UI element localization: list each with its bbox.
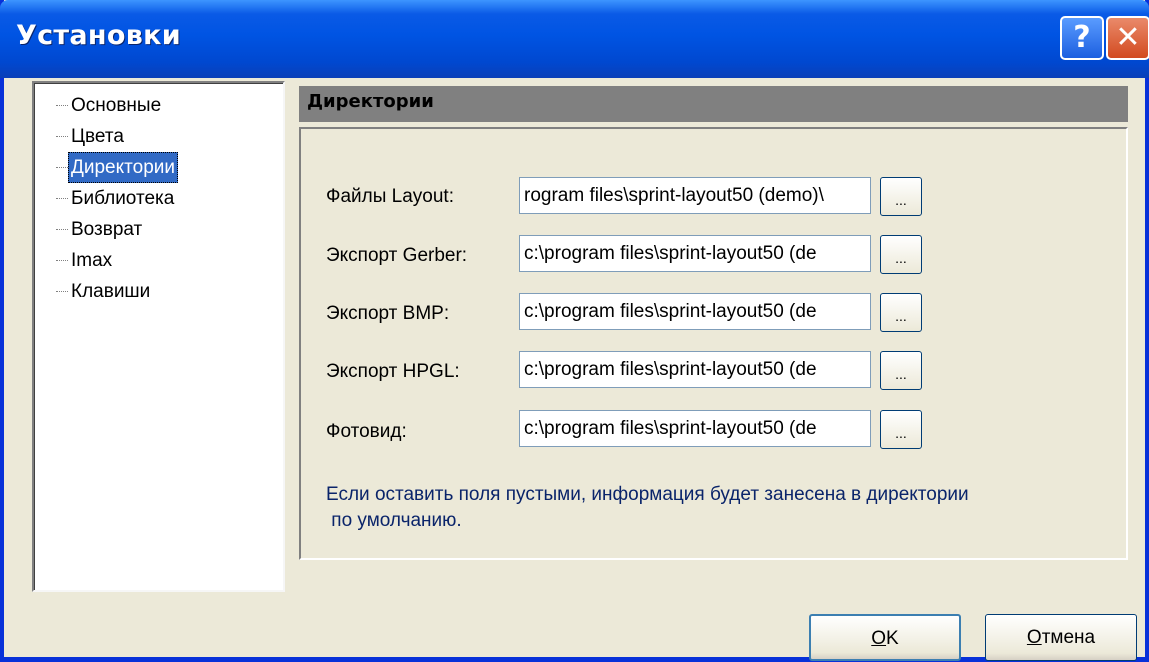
ok-button[interactable]: OK (809, 614, 961, 661)
hpgl-export-path-input[interactable]: c:\program files\sprint-layout50 (de (519, 351, 871, 388)
cancel-button[interactable]: Отмена (985, 614, 1137, 661)
cancel-mnemonic: О (1026, 627, 1042, 648)
ok-mnemonic: O (871, 628, 887, 649)
section-header: Директории (299, 86, 1128, 122)
info-note: Если оставить поля пустыми, информация б… (326, 482, 1106, 534)
bmp-export-path-input[interactable]: c:\program files\sprint-layout50 (de (519, 293, 871, 330)
photoview-browse-button[interactable]: ... (880, 410, 922, 449)
photoview-label: Фотовид: (326, 421, 407, 442)
photoview-path-input[interactable]: c:\program files\sprint-layout50 (de (519, 410, 871, 447)
tree-connector (56, 291, 68, 292)
tree-item-label: Цвета (71, 126, 124, 147)
tree-item-label: Директории (68, 152, 178, 183)
tree-connector (56, 198, 68, 199)
close-icon: ✕ (1115, 20, 1141, 55)
bmp-export-browse-button[interactable]: ... (880, 293, 922, 332)
window-title: Установки (16, 20, 181, 51)
cancel-label: тмена (1041, 627, 1096, 648)
title-bar[interactable]: Установки ? ✕ (0, 0, 1149, 78)
help-icon: ? (1073, 20, 1091, 55)
tree-connector (56, 105, 68, 106)
tree-item-label: Imax (71, 250, 113, 271)
gerber-export-path-input[interactable]: c:\program files\sprint-layout50 (de (519, 235, 871, 272)
help-button[interactable]: ? (1060, 16, 1104, 60)
tree-connector (56, 260, 68, 261)
layout-files-label: Файлы Layout: (326, 186, 454, 207)
ok-label: K (886, 628, 899, 649)
close-button[interactable]: ✕ (1106, 16, 1149, 60)
hpgl-export-label: Экспорт HPGL: (326, 361, 460, 382)
tree-connector (56, 136, 68, 137)
section-title: Директории (307, 91, 434, 112)
tree-connector (56, 167, 68, 168)
gerber-export-browse-button[interactable]: ... (880, 235, 922, 274)
gerber-export-label: Экспорт Gerber: (326, 245, 468, 266)
tree-item-label: Возврат (71, 219, 143, 240)
info-note-line1: Если оставить поля пустыми, информация б… (326, 484, 969, 505)
settings-category-tree[interactable]: Основные Цвета Директории Библиотека Воз… (32, 81, 285, 592)
tree-item-label: Библиотека (71, 188, 175, 209)
layout-files-path-input[interactable]: rogram files\sprint-layout50 (demo)\ (519, 177, 871, 214)
tree-item-label: Клавиши (71, 281, 151, 302)
tree-connector (56, 229, 68, 230)
hpgl-export-browse-button[interactable]: ... (880, 351, 922, 390)
info-note-line2: по умолчанию. (326, 510, 462, 531)
layout-files-browse-button[interactable]: ... (880, 177, 922, 216)
bmp-export-label: Экспорт BMP: (326, 303, 450, 324)
tree-item-label: Основные (71, 95, 162, 116)
